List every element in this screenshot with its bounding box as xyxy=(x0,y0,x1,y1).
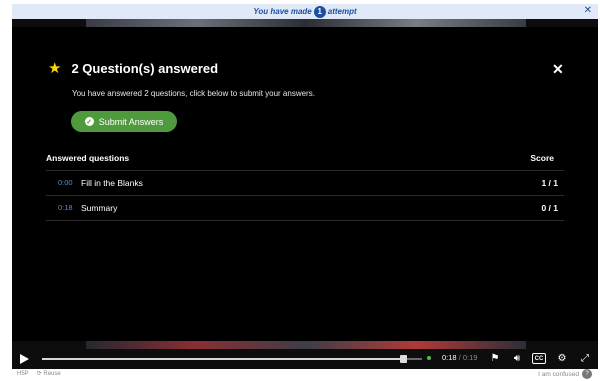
question-icon: ? xyxy=(582,369,592,379)
reuse-button[interactable]: ⟳ Reuse xyxy=(37,370,61,377)
banner-close-icon[interactable]: ✕ xyxy=(584,5,592,16)
duration: 0:19 xyxy=(462,353,478,362)
volume-icon[interactable]: 🔊︎ xyxy=(510,352,524,366)
time-separator: / xyxy=(458,353,461,362)
bottom-left-links: H5P ⟳ Reuse xyxy=(17,370,61,378)
gear-icon[interactable]: ⚙ xyxy=(555,352,569,366)
confused-label: I am confused xyxy=(538,370,579,378)
attempt-banner: You have made 1 attempt ✕ xyxy=(12,4,598,19)
row-time-link[interactable]: 0:00 xyxy=(58,178,73,187)
time-display: 0:18 / 0:19 xyxy=(442,353,478,362)
score-heading: Score xyxy=(530,153,554,163)
answered-questions-heading: Answered questions xyxy=(46,153,130,163)
table-row[interactable]: 0:18 Summary 0 / 1 xyxy=(46,196,564,220)
check-icon: ✓ xyxy=(84,117,94,126)
attempt-banner-text: You have made 1 attempt xyxy=(253,5,357,18)
h5p-logo: H5P xyxy=(17,370,29,377)
fullscreen-icon[interactable]: ⤢ xyxy=(578,352,592,366)
answered-table-header: Answered questions Score xyxy=(46,153,566,169)
current-time: 0:18 xyxy=(442,353,457,362)
submit-answers-label: Submit Answers xyxy=(98,116,164,127)
player-controls: 0:18 / 0:19 ⚑ 🔊︎ CC ⚙ ⤢ xyxy=(12,349,598,369)
row-time-link[interactable]: 0:18 xyxy=(58,203,73,212)
attempt-suffix: attempt xyxy=(327,7,357,16)
star-icon: ★ xyxy=(48,60,62,77)
table-divider xyxy=(46,220,564,221)
attempt-prefix: You have made xyxy=(253,7,312,16)
interactive-video-player: ★ 2 Question(s) answered ✕ You have answ… xyxy=(12,19,598,369)
video-frame-bottom xyxy=(86,341,526,349)
row-score: 1 / 1 xyxy=(541,178,558,188)
reuse-label: Reuse xyxy=(43,371,61,377)
close-icon[interactable]: ✕ xyxy=(552,61,564,78)
seek-progress xyxy=(42,358,403,360)
bookmarks-icon[interactable]: ⚑ xyxy=(488,352,502,366)
summary-description: You have answered 2 questions, click bel… xyxy=(72,89,315,98)
summary-title: 2 Question(s) answered xyxy=(71,61,219,76)
submit-answers-button[interactable]: ✓ Submit Answers xyxy=(71,111,177,132)
answered-dot-icon xyxy=(427,356,431,360)
bottom-bar: H5P ⟳ Reuse I am confused ? xyxy=(12,369,598,381)
row-question-name: Fill in the Blanks xyxy=(81,178,143,188)
video-frame-top xyxy=(86,19,526,27)
row-question-name: Summary xyxy=(81,203,118,213)
row-score: 0 / 1 xyxy=(541,203,558,213)
seek-handle[interactable] xyxy=(400,355,407,363)
table-row[interactable]: 0:00 Fill in the Blanks 1 / 1 xyxy=(46,171,564,195)
attempt-count-badge: 1 xyxy=(313,5,326,18)
summary-header: ★ 2 Question(s) answered xyxy=(48,61,218,76)
seek-bar[interactable] xyxy=(42,355,422,363)
play-icon[interactable] xyxy=(20,354,29,364)
captions-icon[interactable]: CC xyxy=(532,353,546,364)
summary-overlay: ★ 2 Question(s) answered ✕ You have answ… xyxy=(12,27,598,341)
confused-button[interactable]: I am confused ? xyxy=(538,369,592,379)
